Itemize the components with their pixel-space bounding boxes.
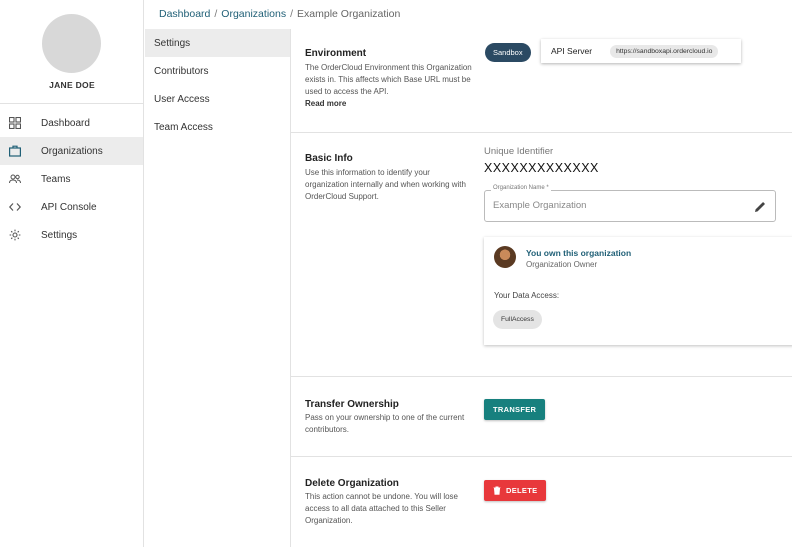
people-icon	[9, 173, 21, 185]
unique-identifier-label: Unique Identifier	[484, 146, 554, 157]
breadcrumb: Dashboard / Organizations / Example Organiza…	[159, 8, 400, 20]
breadcrumb-dashboard[interactable]: Dashboard	[159, 8, 210, 20]
organization-name-field[interactable]: Organization Name *	[484, 185, 776, 222]
basic-info-section: Basic Info Use this information to ident…	[291, 133, 792, 377]
breadcrumb-separator: /	[290, 8, 294, 20]
delete-button-label: DELETE	[506, 486, 538, 495]
environment-chip: Sandbox	[485, 43, 531, 62]
sidebar-item-label: Dashboard	[41, 117, 90, 129]
read-more-link[interactable]: Read more	[305, 98, 475, 110]
section-title: Environment	[305, 48, 367, 59]
section-description: Use this information to identify your or…	[305, 168, 466, 201]
unique-identifier-value: XXXXXXXXXXXXX	[484, 161, 599, 175]
avatar[interactable]	[42, 14, 101, 73]
sidebar: JANE DOE Dashboard Organizations Teams A…	[0, 0, 144, 547]
breadcrumb-separator: /	[214, 8, 218, 20]
owner-title: You own this organization	[526, 248, 632, 258]
subnav-item-settings[interactable]: Settings	[145, 29, 290, 57]
environment-description: The OrderCloud Environment this Organiza…	[305, 63, 472, 96]
sidebar-item-api-console[interactable]: API Console	[0, 193, 143, 221]
transfer-section: Transfer Ownership Pass on your ownershi…	[291, 377, 792, 457]
sidebar-item-organizations[interactable]: Organizations	[0, 137, 143, 165]
gear-icon	[9, 229, 21, 241]
owner-card: You own this organization Organization O…	[484, 237, 792, 345]
briefcase-icon	[9, 145, 21, 157]
main-content: Environment The OrderCloud Environment t…	[291, 29, 792, 547]
sidebar-item-settings[interactable]: Settings	[0, 221, 143, 249]
environment-section: Environment The OrderCloud Environment t…	[291, 29, 792, 133]
transfer-button[interactable]: TRANSFER	[484, 399, 546, 420]
trash-icon	[493, 486, 501, 495]
sidebar-item-dashboard[interactable]: Dashboard	[0, 109, 143, 137]
sidebar-item-label: Settings	[41, 229, 78, 241]
api-server-url: https://sandboxapi.ordercloud.io	[610, 44, 719, 58]
breadcrumb-organizations[interactable]: Organizations	[221, 8, 286, 20]
section-description: Pass on your ownership to one of the cur…	[305, 413, 465, 434]
section-title: Basic Info	[305, 153, 353, 164]
subnav-item-contributors[interactable]: Contributors	[145, 57, 290, 85]
data-access-label: Your Data Access:	[494, 291, 560, 300]
owner-subtitle: Organization Owner	[526, 260, 598, 269]
sidebar-item-label: API Console	[41, 201, 97, 213]
breadcrumb-current: Example Organization	[297, 8, 401, 20]
section-title: Delete Organization	[305, 478, 399, 489]
subnav-item-user-access[interactable]: User Access	[145, 85, 290, 113]
user-name: JANE DOE	[49, 80, 95, 90]
main-nav: Dashboard Organizations Teams API Consol…	[0, 104, 143, 249]
sidebar-item-label: Teams	[41, 173, 71, 185]
profile-block: JANE DOE	[0, 0, 143, 104]
subnav-item-team-access[interactable]: Team Access	[145, 113, 290, 141]
sidebar-item-teams[interactable]: Teams	[0, 165, 143, 193]
delete-button[interactable]: DELETE	[484, 480, 547, 501]
pencil-icon[interactable]	[754, 200, 766, 212]
data-access-chip: FullAccess	[493, 310, 542, 329]
api-server-card: API Server https://sandboxapi.ordercloud…	[541, 39, 741, 63]
code-icon	[9, 201, 21, 213]
section-description: This action cannot be undone. You will l…	[305, 492, 458, 525]
org-subnav: Settings Contributors User Access Team A…	[145, 29, 291, 547]
delete-section: Delete Organization This action cannot b…	[291, 457, 792, 547]
section-description: The OrderCloud Environment this Organiza…	[305, 62, 475, 110]
organization-name-label: Organization Name *	[491, 185, 551, 191]
sidebar-item-label: Organizations	[41, 145, 103, 157]
section-title: Transfer Ownership	[305, 399, 399, 410]
grid-icon	[9, 117, 21, 129]
organization-name-input[interactable]	[493, 200, 743, 211]
owner-avatar	[494, 246, 516, 268]
api-server-label: API Server	[551, 46, 593, 56]
